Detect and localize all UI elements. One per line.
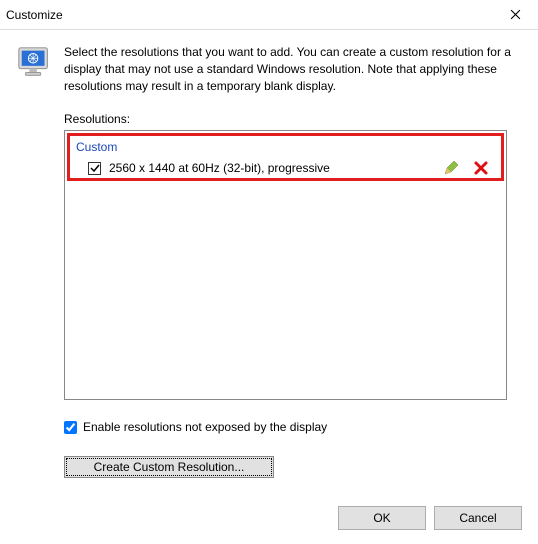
highlight-frame: Custom 2560 x 1440 at 60Hz (32-bit), pro…: [67, 133, 504, 181]
edit-resolution-button[interactable]: [443, 160, 459, 176]
create-custom-resolution-button[interactable]: Create Custom Resolution...: [64, 456, 274, 478]
close-button[interactable]: [492, 0, 538, 30]
dialog-content: Select the resolutions that you want to …: [0, 30, 538, 478]
resolution-group-header: Custom: [70, 136, 501, 156]
pencil-icon: [443, 160, 459, 176]
intro-text: Select the resolutions that you want to …: [64, 44, 522, 94]
close-icon: [510, 9, 521, 20]
window-title: Customize: [6, 8, 63, 22]
ok-button[interactable]: OK: [338, 506, 426, 530]
resolution-checkbox[interactable]: [88, 162, 101, 175]
cancel-button[interactable]: Cancel: [434, 506, 522, 530]
monitor-icon: [16, 44, 54, 82]
delete-resolution-button[interactable]: [473, 160, 489, 176]
create-button-wrap: Create Custom Resolution...: [64, 456, 522, 478]
resolutions-listbox[interactable]: Custom 2560 x 1440 at 60Hz (32-bit), pro…: [64, 130, 507, 400]
titlebar: Customize: [0, 0, 538, 30]
delete-icon: [473, 160, 489, 176]
resolution-text: 2560 x 1440 at 60Hz (32-bit), progressiv…: [109, 161, 435, 175]
resolutions-label: Resolutions:: [64, 112, 522, 126]
intro-row: Select the resolutions that you want to …: [16, 44, 522, 94]
enable-resolutions-checkbox[interactable]: [64, 421, 77, 434]
enable-resolutions-label: Enable resolutions not exposed by the di…: [83, 420, 327, 434]
check-icon: [90, 163, 100, 173]
enable-resolutions-row: Enable resolutions not exposed by the di…: [64, 420, 522, 434]
resolution-item[interactable]: 2560 x 1440 at 60Hz (32-bit), progressiv…: [70, 156, 501, 180]
dialog-footer: OK Cancel: [338, 506, 522, 530]
